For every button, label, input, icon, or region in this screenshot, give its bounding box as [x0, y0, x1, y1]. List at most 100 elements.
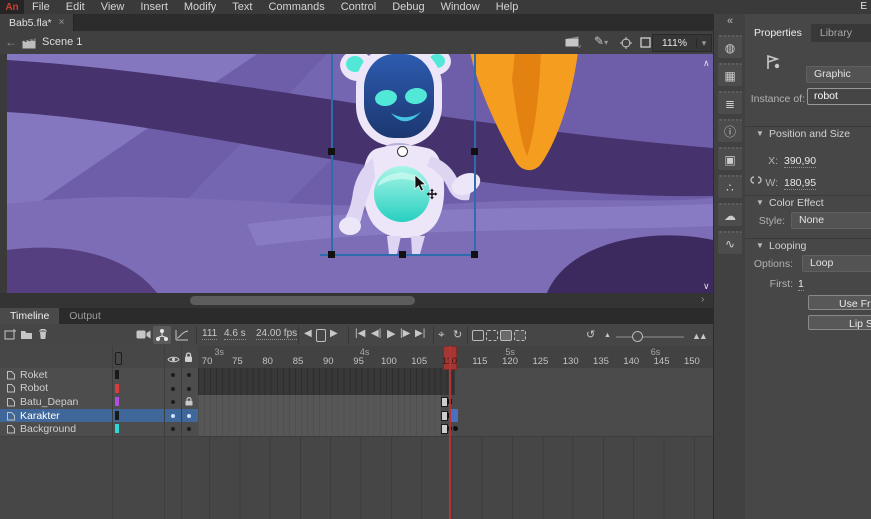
layer-outline-color[interactable]: [115, 411, 119, 420]
document-tab[interactable]: Bab5.fla* ×: [0, 14, 74, 31]
stage-h-scrollbar[interactable]: ›: [0, 293, 713, 309]
w-value[interactable]: 180,95: [784, 177, 816, 190]
back-arrow-icon[interactable]: ←: [5, 35, 17, 49]
section-looping[interactable]: ▼ Looping: [745, 238, 871, 253]
tab-timeline[interactable]: Timeline: [0, 308, 59, 324]
onion-skin-icon[interactable]: [472, 330, 484, 341]
h-scroll-thumb[interactable]: [190, 296, 415, 305]
stage-viewport[interactable]: ∧ ∨: [0, 54, 713, 293]
app-logo[interactable]: An: [0, 0, 24, 14]
timeline-frames-pane[interactable]: 3s4s5s6s70758085909510010511011512012513…: [198, 346, 713, 519]
onion-skin-outlines-icon[interactable]: [486, 330, 498, 341]
frame-row-robot[interactable]: [198, 382, 713, 397]
next-frame-icon[interactable]: |▶: [400, 328, 410, 339]
collapse-panels-icon[interactable]: «: [714, 14, 746, 30]
delete-layer-icon[interactable]: [38, 328, 48, 343]
onion-range-icon[interactable]: [514, 330, 526, 341]
transform-point[interactable]: [397, 146, 408, 157]
use-frame-picker-button[interactable]: Use Fra: [808, 295, 871, 310]
stage-scroll-up-icon[interactable]: ∧: [703, 58, 710, 69]
frame-rate-value[interactable]: 24.00 fps: [256, 328, 297, 340]
style-dropdown[interactable]: None: [791, 212, 871, 229]
layer-visibility-dot[interactable]: [171, 400, 175, 404]
go-to-first-frame-icon[interactable]: |◀: [355, 328, 365, 339]
creative-cloud-icon[interactable]: ☁: [718, 203, 742, 226]
layer-lock-icon[interactable]: [185, 397, 193, 409]
close-icon[interactable]: ×: [59, 17, 65, 28]
layer-row-background[interactable]: Background: [0, 422, 198, 437]
lock-column-icon[interactable]: [184, 350, 193, 368]
layer-lock-dot[interactable]: [187, 387, 191, 391]
color-icon[interactable]: ◍: [718, 35, 742, 58]
x-value[interactable]: 390,90: [784, 155, 816, 168]
loop-options-dropdown[interactable]: Loop: [802, 255, 871, 272]
layer-visibility-dot[interactable]: [171, 414, 175, 418]
layer-row-roket[interactable]: Roket: [0, 368, 198, 383]
edit-symbols-icon[interactable]: ✎▾: [594, 34, 608, 48]
layer-visibility-dot[interactable]: [171, 373, 175, 377]
layer-outline-color[interactable]: [115, 384, 119, 393]
elapsed-time-value[interactable]: 4.6 s: [224, 328, 246, 340]
timeline-zoom-knob[interactable]: [632, 331, 643, 342]
layer-row-robot[interactable]: Robot: [0, 382, 198, 397]
frame-row-karakter[interactable]: [198, 409, 713, 424]
step-forward-icon[interactable]: ▶: [330, 328, 338, 339]
brush-library-icon[interactable]: ∴: [718, 175, 742, 198]
swatches-icon[interactable]: ▦: [718, 63, 742, 86]
frame-row-batu_depan[interactable]: [198, 395, 713, 410]
frame-row-roket[interactable]: [198, 368, 713, 383]
selection-handle-left[interactable]: [328, 148, 335, 155]
edit-scene-icon[interactable]: [565, 35, 581, 51]
zoom-dropdown[interactable]: 111% ▾: [652, 34, 712, 52]
selection-handle-right[interactable]: [471, 148, 478, 155]
menu-debug[interactable]: Debug: [384, 0, 432, 14]
layer-outline-color[interactable]: [115, 424, 119, 433]
timeline-zoom-out-icon[interactable]: ▲: [604, 332, 611, 339]
tab-library[interactable]: Library: [811, 24, 861, 42]
selection-handle-bottom-left[interactable]: [328, 251, 335, 258]
h-scroll-right-icon[interactable]: ›: [701, 294, 704, 305]
menu-commands[interactable]: Commands: [260, 0, 332, 14]
tab-output[interactable]: Output: [59, 308, 111, 324]
outline-column-icon[interactable]: [115, 352, 122, 365]
new-folder-icon[interactable]: [20, 329, 33, 343]
lip-syncing-button[interactable]: Lip S: [808, 315, 871, 330]
layer-visibility-dot[interactable]: [171, 427, 175, 431]
layer-row-batu_depan[interactable]: Batu_Depan: [0, 395, 198, 410]
layer-row-karakter[interactable]: Karakter: [0, 409, 198, 424]
selection-handle-bottom-center[interactable]: [399, 251, 406, 258]
layer-outline-color[interactable]: [115, 370, 119, 379]
new-layer-icon[interactable]: [4, 329, 16, 343]
menu-control[interactable]: Control: [333, 0, 384, 14]
go-to-last-frame-icon[interactable]: ▶|: [415, 328, 425, 339]
transform-icon[interactable]: ▣: [718, 147, 742, 170]
menu-file[interactable]: File: [24, 0, 58, 14]
timeline-zoom-in-icon[interactable]: ▲▲: [692, 331, 706, 341]
play-icon[interactable]: ▶: [387, 327, 395, 340]
menu-view[interactable]: View: [93, 0, 133, 14]
edit-multiple-frames-icon[interactable]: [500, 330, 512, 341]
menu-insert[interactable]: Insert: [132, 0, 176, 14]
layer-lock-dot[interactable]: [187, 414, 191, 418]
clip-content-icon[interactable]: [640, 37, 651, 51]
tab-properties[interactable]: Properties: [745, 24, 811, 42]
menu-edit[interactable]: Edit: [58, 0, 93, 14]
instance-name-field[interactable]: robot: [807, 88, 871, 105]
show-parent-view-button[interactable]: [153, 326, 171, 344]
previous-frame-icon[interactable]: ◀|: [371, 328, 381, 339]
menu-text[interactable]: Text: [224, 0, 260, 14]
scene-name[interactable]: Scene 1: [42, 36, 82, 48]
section-position-size[interactable]: ▼ Position and Size: [745, 126, 871, 141]
step-back-icon[interactable]: ◀: [304, 328, 312, 339]
current-frame-value[interactable]: 111: [202, 328, 217, 340]
layer-visibility-dot[interactable]: [171, 387, 175, 391]
menu-help[interactable]: Help: [488, 0, 527, 14]
camera-icon[interactable]: [136, 329, 151, 343]
layer-depth-icon[interactable]: [175, 329, 189, 344]
eye-column-icon[interactable]: [167, 351, 180, 369]
loop-playback-icon[interactable]: ↻: [453, 328, 462, 341]
timeline-zoom-slider[interactable]: [616, 336, 684, 338]
motion-editor-icon[interactable]: ∿: [718, 231, 742, 254]
layer-outline-color[interactable]: [115, 397, 119, 406]
symbol-type-dropdown[interactable]: Graphic: [806, 66, 871, 83]
